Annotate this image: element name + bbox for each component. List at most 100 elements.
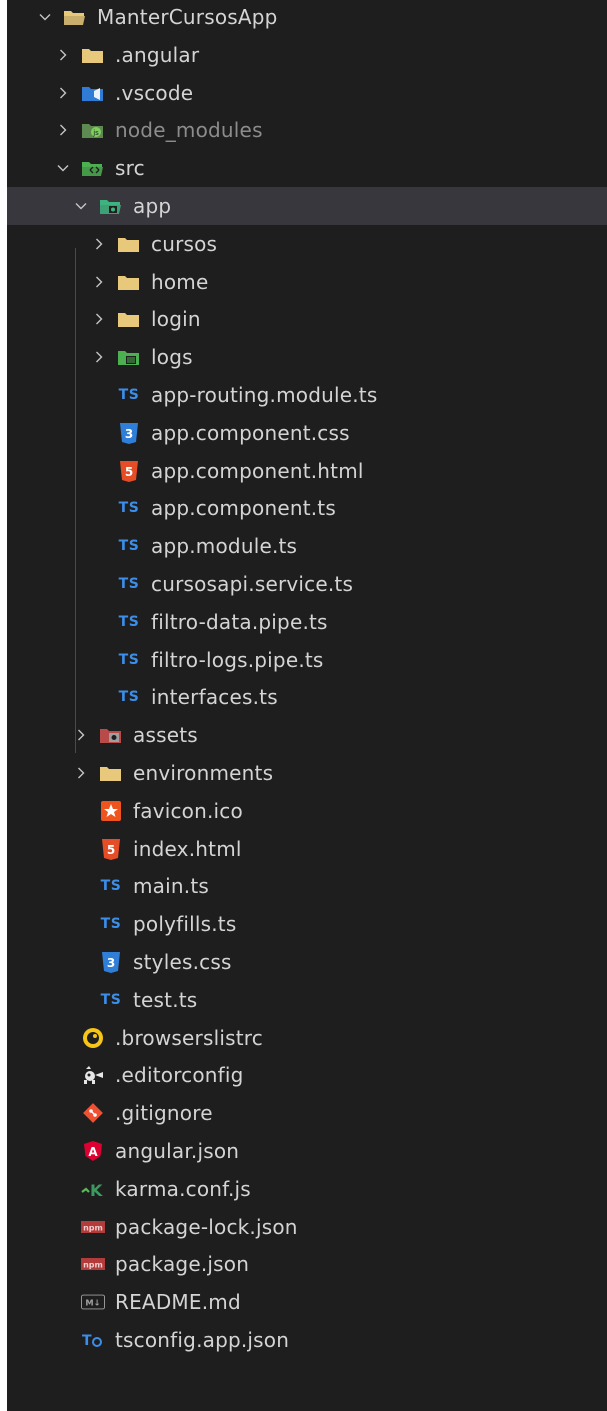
svg-text:npm: npm [83, 1223, 103, 1232]
tree-item-label: README.md [115, 1290, 241, 1315]
chevron-down-icon[interactable] [73, 198, 89, 214]
tree-file-main-ts[interactable]: TS main.ts [7, 867, 607, 905]
favicon-icon [99, 799, 123, 823]
tree-item-label: filtro-logs.pipe.ts [151, 647, 324, 672]
tree-folder-login[interactable]: login [7, 300, 607, 338]
svg-text:5: 5 [125, 465, 133, 479]
svg-text:js: js [92, 129, 99, 137]
css-icon: 3 [99, 950, 123, 974]
tree-file-styles-css[interactable]: 3 styles.css [7, 943, 607, 981]
typescript-icon: TS [100, 878, 122, 895]
tree-file-readme-md[interactable]: M↓ README.md [7, 1283, 607, 1321]
logs-folder-icon [117, 345, 141, 369]
tree-folder-app[interactable]: app [7, 187, 607, 225]
tree-file-interfaces-ts[interactable]: TS interfaces.ts [7, 678, 607, 716]
typescript-icon: TS [118, 613, 140, 630]
chevron-right-icon[interactable] [91, 274, 107, 290]
tree-folder-home[interactable]: home [7, 263, 607, 301]
tree-item-label: .browserslistrc [115, 1025, 263, 1050]
svg-text:3: 3 [107, 956, 115, 970]
tree-folder-src[interactable]: src [7, 149, 607, 187]
tree-file-app-component-ts[interactable]: TS app.component.ts [7, 489, 607, 527]
tree-item-label: src [115, 156, 145, 181]
tree-file-package-json[interactable]: npm package.json [7, 1245, 607, 1283]
tree-item-label: filtro-data.pipe.ts [151, 609, 328, 634]
typescript-icon: TS [118, 689, 140, 706]
tsconfig-icon: T [81, 1328, 105, 1352]
tree-file-app-component-html[interactable]: 5 app.component.html [7, 452, 607, 490]
tree-item-label: login [151, 307, 201, 332]
tree-item-label: app-routing.module.ts [151, 383, 378, 407]
tree-file-karma-conf-js[interactable]: Kkarma.conf.js [7, 1170, 607, 1208]
chevron-right-icon[interactable] [91, 311, 107, 327]
tree-folder-assets[interactable]: assets [7, 716, 607, 754]
src-folder-open-icon [81, 156, 105, 180]
tree-folder-node-modules[interactable]: js node_modules [7, 111, 607, 149]
tree-file-index-html[interactable]: 5 index.html [7, 830, 607, 868]
editorconfig-icon [81, 1063, 105, 1087]
tree-file-favicon-ico[interactable]: favicon.ico [7, 792, 607, 830]
chevron-right-icon[interactable] [91, 349, 107, 365]
app-folder-open-icon [99, 194, 123, 218]
tree-item-label: app.component.css [151, 420, 350, 445]
tree-folder-logs[interactable]: logs [7, 338, 607, 376]
typescript-icon: TS [118, 500, 140, 517]
tree-file--gitignore[interactable]: .gitignore [7, 1094, 607, 1132]
node-folder-icon: js [81, 118, 105, 142]
tree-folder-mantercursosapp[interactable]: ManterCursosApp [7, 0, 607, 36]
tree-item-label: assets [133, 723, 198, 748]
tree-item-label: app.module.ts [151, 534, 298, 559]
tree-file-tsconfig-app-json[interactable]: Ttsconfig.app.json [7, 1321, 607, 1359]
tree-folder--angular[interactable]: .angular [7, 36, 607, 74]
chevron-right-icon[interactable] [73, 727, 89, 743]
tree-file-filtro-logs-pipe-ts[interactable]: TS filtro-logs.pipe.ts [7, 641, 607, 679]
tree-item-label: styles.css [133, 950, 232, 974]
folder-icon [117, 270, 141, 294]
tree-file--editorconfig[interactable]: .editorconfig [7, 1056, 607, 1094]
svg-text:A: A [88, 1145, 98, 1159]
tree-item-label: polyfills.ts [133, 912, 237, 937]
tree-item-label: app.component.html [151, 458, 364, 483]
tree-file-app-routing-module-ts[interactable]: TS app-routing.module.ts [7, 376, 607, 414]
typescript-icon: TS [118, 538, 140, 555]
tree-file-app-module-ts[interactable]: TS app.module.ts [7, 527, 607, 565]
tree-item-label: .editorconfig [115, 1063, 244, 1088]
assets-folder-icon [99, 723, 123, 747]
svg-text:K: K [90, 1181, 103, 1200]
folder-icon [117, 232, 141, 256]
tree-file-test-ts[interactable]: TS test.ts [7, 981, 607, 1019]
vscode-folder-icon [81, 81, 105, 105]
chevron-down-icon[interactable] [55, 160, 71, 176]
karma-icon: K [81, 1177, 105, 1201]
tree-item-label: tsconfig.app.json [115, 1328, 290, 1352]
tree-file-package-lock-json[interactable]: npm package-lock.json [7, 1208, 607, 1246]
tree-file-filtro-data-pipe-ts[interactable]: TS filtro-data.pipe.ts [7, 603, 607, 641]
chevron-right-icon[interactable] [55, 122, 71, 138]
npm-icon: npm [81, 1215, 105, 1239]
tree-item-label: interfaces.ts [151, 685, 278, 710]
tree-item-label: home [151, 269, 209, 294]
chevron-right-icon[interactable] [73, 765, 89, 781]
typescript-icon: TS [100, 916, 122, 933]
tree-item-label: package-lock.json [115, 1214, 298, 1239]
typescript-icon: TS [118, 651, 140, 668]
folder-icon [81, 43, 105, 67]
typescript-icon: TS [118, 387, 140, 403]
tree-item-label: cursos [151, 231, 218, 256]
tree-file-polyfills-ts[interactable]: TS polyfills.ts [7, 905, 607, 943]
chevron-right-icon[interactable] [55, 85, 71, 101]
tree-folder--vscode[interactable]: .vscode [7, 74, 607, 112]
tree-file-angular-json[interactable]: Aangular.json [7, 1132, 607, 1170]
tree-file-cursosapi-service-ts[interactable]: TS cursosapi.service.ts [7, 565, 607, 603]
folder-icon [99, 761, 123, 785]
tree-folder-environments[interactable]: environments [7, 754, 607, 792]
browserslist-icon [81, 1026, 105, 1050]
chevron-right-icon[interactable] [91, 236, 107, 252]
tree-file-app-component-css[interactable]: 3 app.component.css [7, 414, 607, 452]
chevron-down-icon[interactable] [37, 9, 53, 25]
tree-item-label: .gitignore [115, 1101, 213, 1126]
chevron-right-icon[interactable] [55, 47, 71, 63]
tree-item-label: app [133, 194, 172, 218]
tree-folder-cursos[interactable]: cursos [7, 225, 607, 263]
tree-file--browserslistrc[interactable]: .browserslistrc [7, 1019, 607, 1057]
